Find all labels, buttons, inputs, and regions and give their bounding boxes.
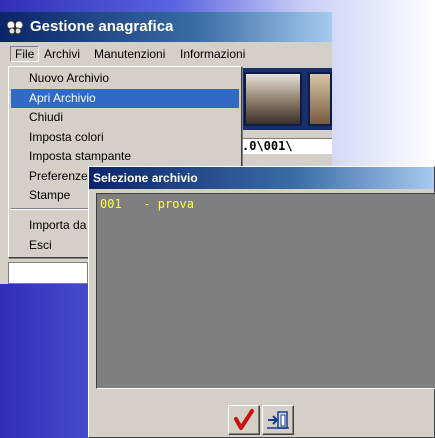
- menu-item-apri-archivio[interactable]: Apri Archivio: [11, 89, 239, 108]
- menu-informazioni[interactable]: Informazioni: [176, 46, 249, 62]
- lower-panel: [8, 262, 88, 284]
- menu-archivi[interactable]: Archivi: [40, 46, 84, 62]
- menu-file[interactable]: File: [10, 46, 40, 62]
- dialog-title: Selezione archivio: [89, 167, 434, 189]
- archive-selection-dialog: Selezione archivio 001 - prova: [88, 166, 435, 438]
- ok-button[interactable]: [228, 405, 260, 435]
- photo-strip: [240, 68, 332, 130]
- menu-item-imposta-stampante[interactable]: Imposta stampante: [11, 147, 239, 166]
- archive-path-field: .0\001\: [240, 138, 332, 154]
- menu-item-chiudi[interactable]: Chiudi: [11, 108, 239, 127]
- exit-door-icon: [267, 411, 289, 429]
- menu-bar: File Archivi Manutenzioni Informazioni: [0, 44, 332, 64]
- checkmark-icon: [234, 409, 254, 430]
- menu-item-imposta-colori[interactable]: Imposta colori: [11, 128, 239, 147]
- list-item[interactable]: 001 - prova: [100, 197, 194, 211]
- exit-button[interactable]: [262, 405, 294, 435]
- butterfly-icon: [6, 20, 24, 35]
- main-title-text: Gestione anagrafica: [30, 18, 174, 35]
- archive-list[interactable]: 001 - prova: [96, 193, 435, 389]
- portrait-photo: [308, 72, 332, 126]
- main-title-bar: Gestione anagrafica: [0, 12, 332, 42]
- menu-manutenzioni[interactable]: Manutenzioni: [90, 46, 169, 62]
- menu-item-nuovo-archivio[interactable]: Nuovo Archivio: [11, 69, 239, 88]
- graduates-photo: [244, 72, 302, 126]
